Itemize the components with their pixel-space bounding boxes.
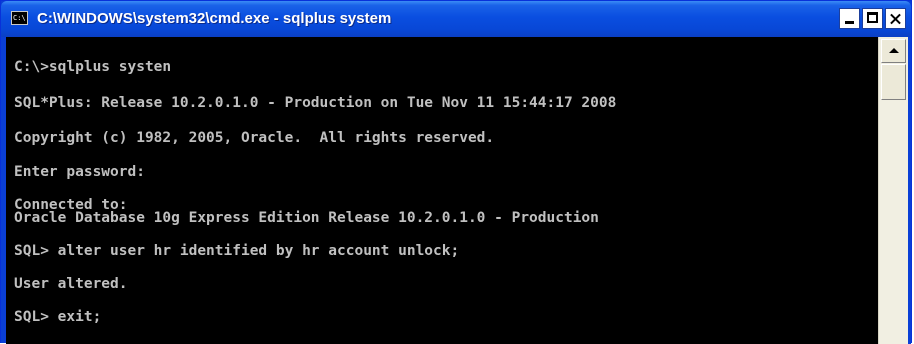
minimize-button[interactable] (839, 8, 860, 29)
console-line: Oracle Database 10g Express Edition Rele… (14, 210, 599, 226)
console-line: Enter password: (14, 164, 145, 180)
console-line: SQL*Plus: Release 10.2.0.1.0 - Productio… (14, 95, 617, 111)
window-frame (908, 37, 911, 344)
console-line: SQL> alter user hr identified by hr acco… (14, 243, 460, 259)
console-line: SQL> exit; (14, 309, 102, 325)
maximize-button[interactable] (862, 8, 883, 29)
console-output[interactable]: C:\>sqlplus systen SQL*Plus: Release 10.… (6, 37, 878, 344)
close-button[interactable] (885, 8, 906, 29)
scroll-thumb[interactable] (881, 64, 906, 100)
scroll-up-button[interactable] (881, 39, 906, 63)
cmd-window: C:\ C:\WINDOWS\system32\cmd.exe - sqlplu… (0, 0, 912, 344)
console-line: C:\>sqlplus systen (14, 59, 172, 75)
console-line: Copyright (c) 1982, 2005, Oracle. All ri… (14, 130, 495, 146)
cmd-icon[interactable]: C:\ (11, 11, 28, 25)
title-bar[interactable]: C:\ C:\WINDOWS\system32\cmd.exe - sqlplu… (1, 1, 911, 37)
vertical-scrollbar[interactable] (878, 37, 908, 344)
console-line: User altered. (14, 276, 128, 292)
window-title: C:\WINDOWS\system32\cmd.exe - sqlplus sy… (37, 10, 392, 27)
